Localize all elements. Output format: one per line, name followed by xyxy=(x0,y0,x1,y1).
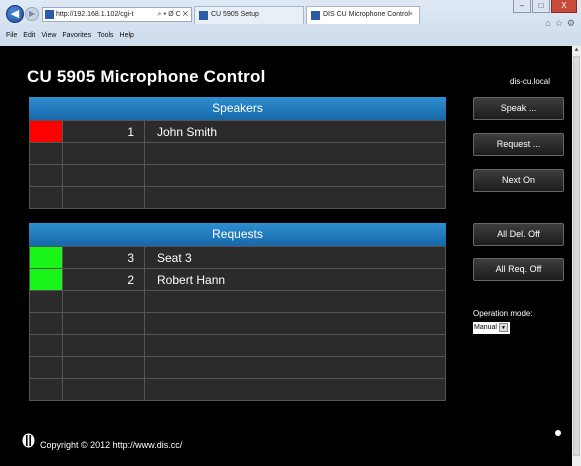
request-seat-number xyxy=(62,312,145,335)
address-controls[interactable]: ⌕ ▾ Ø C ✕ xyxy=(158,8,188,21)
window-controls: – □ X xyxy=(512,0,577,14)
speaker-name: John Smith xyxy=(144,120,446,143)
speaker-row[interactable] xyxy=(29,142,446,165)
request-row[interactable] xyxy=(29,334,446,357)
chevron-down-icon: ▼ xyxy=(498,322,508,332)
menu-favorites[interactable]: Favorites xyxy=(62,32,91,39)
request-row[interactable] xyxy=(29,356,446,379)
page-title: CU 5905 Microphone Control xyxy=(27,67,266,86)
address-text: http://192.168.1.102/cgi-t xyxy=(56,11,134,18)
request-status-indicator xyxy=(29,334,63,357)
speaker-status-indicator xyxy=(29,120,63,143)
request-seat-number xyxy=(62,290,145,313)
request-row[interactable] xyxy=(29,312,446,335)
request-row[interactable]: 3 Seat 3 xyxy=(29,246,446,269)
speaker-row[interactable] xyxy=(29,164,446,187)
site-favicon-icon xyxy=(45,10,54,19)
request-status-indicator xyxy=(29,246,63,269)
speaker-status-indicator xyxy=(29,164,63,187)
request-name xyxy=(144,290,446,313)
menu-edit[interactable]: Edit xyxy=(23,32,35,39)
operation-mode-label: Operation mode: xyxy=(473,309,533,318)
speaker-name xyxy=(144,186,446,209)
status-dot-icon xyxy=(555,430,561,436)
speaker-row[interactable]: 1 John Smith xyxy=(29,120,446,143)
scroll-up-icon[interactable]: ▲ xyxy=(572,46,581,55)
hostname-label: dis-cu.local xyxy=(510,77,551,86)
request-status-indicator xyxy=(29,378,63,401)
page-content: CU 5905 Microphone Control dis-cu.local … xyxy=(20,46,570,466)
request-name: Seat 3 xyxy=(144,246,446,269)
all-requests-off-button[interactable]: All Req. Off xyxy=(473,258,564,281)
request-name xyxy=(144,334,446,357)
forward-arrow-icon: ▶ xyxy=(28,9,36,18)
operation-mode-value: Manual xyxy=(474,324,497,331)
request-seat-number xyxy=(62,378,145,401)
menu-bar: File Edit View Favorites Tools Help xyxy=(0,28,581,44)
request-name xyxy=(144,378,446,401)
menu-file[interactable]: File xyxy=(6,32,17,39)
speaker-status-indicator xyxy=(29,142,63,165)
speaker-status-indicator xyxy=(29,186,63,209)
request-row[interactable] xyxy=(29,290,446,313)
request-name: Robert Hann xyxy=(144,268,446,291)
tab-label: CU 5905 Setup xyxy=(211,11,259,18)
request-name xyxy=(144,312,446,335)
all-delegates-off-button[interactable]: All Del. Off xyxy=(473,223,564,246)
tab-favicon-icon xyxy=(199,11,208,20)
minimize-button[interactable]: – xyxy=(513,0,531,13)
speaker-seat-number xyxy=(62,164,145,187)
speaker-name xyxy=(144,164,446,187)
menu-help[interactable]: Help xyxy=(120,32,134,39)
operation-mode-select[interactable]: Manual ▼ xyxy=(473,322,510,334)
back-button[interactable]: ◀ xyxy=(6,5,24,23)
request-row[interactable]: 2 Robert Hann xyxy=(29,268,446,291)
tab-favicon-icon xyxy=(311,11,320,20)
request-status-indicator xyxy=(29,356,63,379)
dis-logo-icon xyxy=(22,433,35,448)
request-row[interactable] xyxy=(29,378,446,401)
speakers-table: 1 John Smith xyxy=(29,120,446,209)
request-button[interactable]: Request ... xyxy=(473,133,564,156)
tab-label: DIS CU Microphone Control xyxy=(323,11,410,18)
speaker-seat-number xyxy=(62,142,145,165)
gear-icon[interactable]: ⚙ xyxy=(567,18,575,28)
copyright-text: Copyright © 2012 http://www.dis.cc/ xyxy=(40,440,183,450)
speak-button[interactable]: Speak ... xyxy=(473,97,564,120)
request-status-indicator xyxy=(29,312,63,335)
maximize-button[interactable]: □ xyxy=(532,0,550,13)
address-bar[interactable]: http://192.168.1.102/cgi-t ⌕ ▾ Ø C ✕ xyxy=(42,7,192,22)
speaker-name xyxy=(144,142,446,165)
speaker-row[interactable] xyxy=(29,186,446,209)
tab-cu5905-setup[interactable]: CU 5905 Setup xyxy=(194,6,304,24)
request-name xyxy=(144,356,446,379)
vertical-scrollbar[interactable]: ▲ xyxy=(572,46,581,466)
tab-dis-cu-microphone-control[interactable]: DIS CU Microphone Control × xyxy=(306,6,420,24)
request-status-indicator xyxy=(29,290,63,313)
requests-header: Requests xyxy=(29,223,446,246)
home-icon[interactable]: ⌂ xyxy=(545,18,550,28)
browser-chrome: ◀ ▶ http://192.168.1.102/cgi-t ⌕ ▾ Ø C ✕… xyxy=(0,0,581,46)
next-on-button[interactable]: Next On xyxy=(473,169,564,192)
request-seat-number xyxy=(62,334,145,357)
speakers-header: Speakers xyxy=(29,97,446,120)
tab-close-icon[interactable]: × xyxy=(409,7,413,23)
close-window-button[interactable]: X xyxy=(551,0,577,13)
request-seat-number xyxy=(62,356,145,379)
scrollbar-thumb[interactable] xyxy=(573,56,580,456)
back-arrow-icon: ◀ xyxy=(10,8,20,20)
star-icon[interactable]: ☆ xyxy=(555,18,563,28)
speaker-seat-number: 1 xyxy=(62,120,145,143)
forward-button[interactable]: ▶ xyxy=(25,7,39,21)
request-seat-number: 2 xyxy=(62,268,145,291)
requests-table: 3 Seat 3 2 Robert Hann xyxy=(29,246,446,401)
menu-view[interactable]: View xyxy=(41,32,56,39)
request-status-indicator xyxy=(29,268,63,291)
request-seat-number: 3 xyxy=(62,246,145,269)
menu-tools[interactable]: Tools xyxy=(97,32,113,39)
speaker-seat-number xyxy=(62,186,145,209)
